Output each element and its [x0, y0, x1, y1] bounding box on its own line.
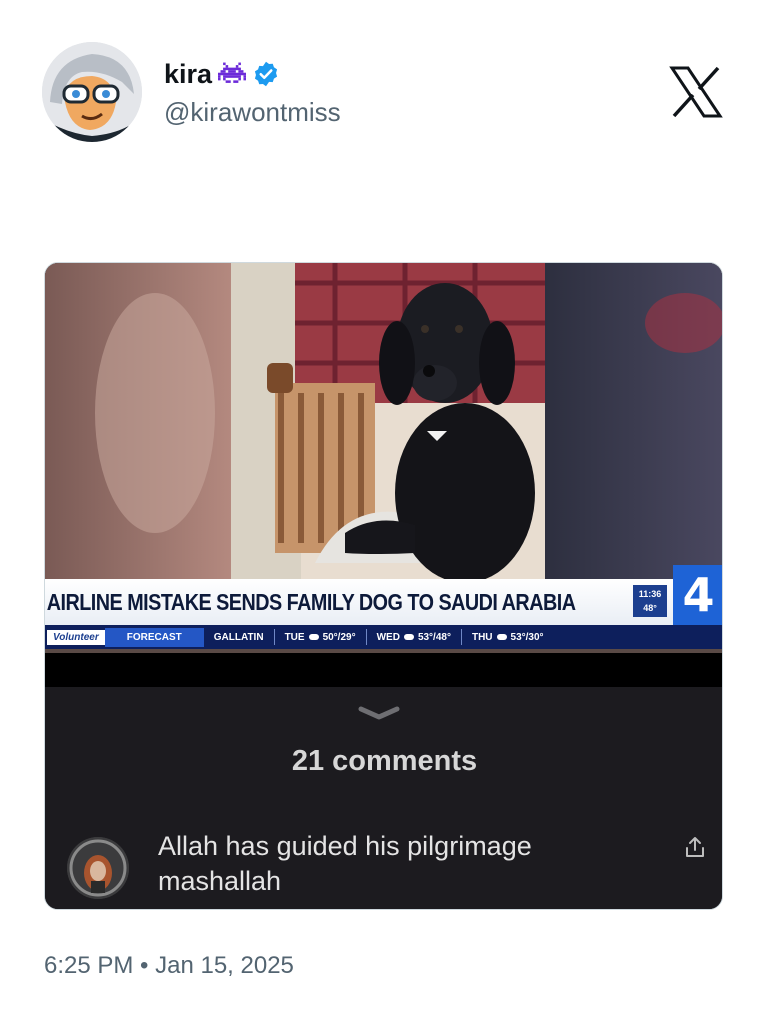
ticker-day-temps: 53°/48° — [417, 631, 451, 643]
cloud-icon — [496, 634, 507, 640]
news-headline: AIRLINE MISTAKE SENDS FAMILY DOG TO SAUD… — [46, 588, 576, 615]
comment-text: Allah has guided his pilgrimage mashalla… — [158, 831, 532, 896]
ticker-day-label: WED — [376, 631, 400, 643]
ticker-day: WED 53°/48° — [367, 632, 461, 643]
ticker-day-temps: 50°/29° — [322, 631, 356, 643]
commenter-avatar[interactable] — [67, 837, 129, 899]
x-logo-icon[interactable] — [668, 64, 724, 120]
profile-avatar[interactable] — [42, 42, 142, 142]
user-name-row[interactable]: kira — [164, 58, 280, 90]
ticker-day-label: TUE — [284, 631, 305, 643]
ticker-day-temps: 53°/30° — [510, 631, 544, 643]
verified-badge-icon[interactable] — [252, 60, 280, 88]
tweet-timestamp[interactable]: 6:25 PM • Jan 15, 2025 — [44, 952, 294, 980]
ticker-day: TUE 50°/29° — [275, 632, 366, 643]
weather-ticker: Volunteer FORECAST GALLATIN TUE 50°/29° … — [45, 625, 722, 649]
comments-panel: 21 comments Allah has guided his pilgrim… — [45, 687, 722, 909]
channel-logo: 4 — [673, 565, 722, 625]
avatar-cartoon-image — [42, 42, 142, 142]
comments-count: 21 comments — [291, 745, 478, 777]
news-time: 11:36 — [638, 589, 662, 599]
ticker-forecast-label: FORECAST — [104, 627, 204, 647]
share-icon[interactable] — [683, 835, 707, 859]
ticker-location: GALLATIN — [213, 631, 264, 643]
cloud-icon — [403, 634, 414, 640]
news-headline-bar: AIRLINE MISTAKE SENDS FAMILY DOG TO SAUD… — [45, 579, 722, 625]
display-name[interactable]: kira — [164, 59, 212, 90]
news-clock: 11:36 48° — [633, 585, 667, 617]
tweet-media-image[interactable]: AIRLINE MISTAKE SENDS FAMILY DOG TO SAUD… — [44, 262, 723, 910]
news-temperature: 48° — [643, 603, 657, 613]
user-handle[interactable]: @kirawontmiss — [164, 97, 341, 128]
ticker-day-label: THU — [471, 631, 493, 643]
space-invader-icon — [218, 60, 247, 88]
cloud-icon — [308, 634, 319, 640]
chevron-down-icon[interactable] — [357, 703, 401, 723]
letterbox-band — [45, 653, 722, 687]
ticker-day: THU 53°/30° — [462, 632, 554, 643]
ticker-brand: Volunteer — [47, 629, 105, 645]
